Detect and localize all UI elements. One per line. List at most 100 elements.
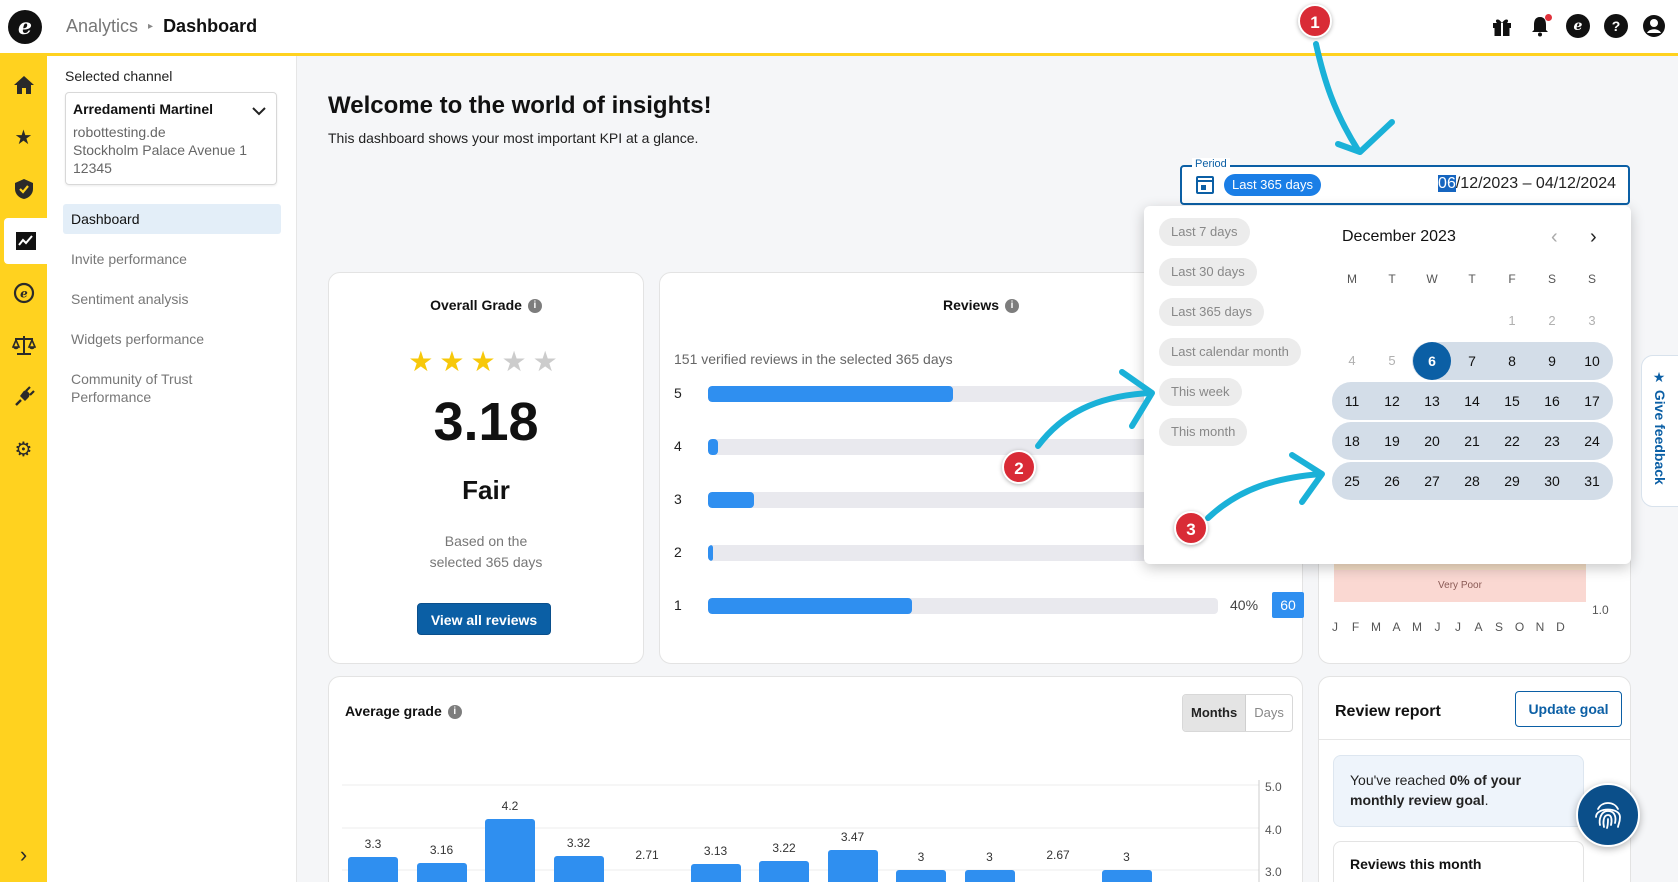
calendar-day[interactable]: 24	[1572, 422, 1612, 460]
calendar-icon	[1196, 176, 1214, 194]
calendar-day[interactable]: 3	[1572, 302, 1612, 340]
rating-count-badge[interactable]: 60	[1272, 592, 1304, 618]
calendar-day[interactable]: 9	[1532, 342, 1572, 380]
period-dates[interactable]: 06/12/2023 – 04/12/2024	[1438, 175, 1616, 193]
average-grade-bar[interactable]	[964, 870, 1015, 882]
calendar-day[interactable]: 25	[1332, 462, 1372, 500]
next-month-icon[interactable]: ›	[1590, 226, 1597, 249]
calendar-day[interactable]: 7	[1452, 342, 1492, 380]
calendar-day[interactable]: 30	[1532, 462, 1572, 500]
calendar-day[interactable]: 15	[1492, 382, 1532, 420]
calendar-day[interactable]: 29	[1492, 462, 1532, 500]
star-filled-icon: ★	[470, 346, 502, 377]
breadcrumb-analytics[interactable]: Analytics	[66, 16, 138, 37]
toggle-days[interactable]: Days	[1246, 695, 1292, 731]
period-toggle: Months Days	[1182, 694, 1293, 732]
calendar-day-selected[interactable]: 6	[1412, 342, 1452, 380]
preset-last-365-days[interactable]: Last 365 days	[1159, 298, 1264, 326]
very-poor-label: Very Poor	[1438, 580, 1482, 591]
average-grade-bar[interactable]	[348, 857, 398, 882]
preset-this-week[interactable]: This week	[1159, 378, 1242, 406]
period-field[interactable]: Period Last 365 days 06/12/2023 – 04/12/…	[1180, 158, 1630, 205]
help-icon[interactable]: ?	[1604, 14, 1628, 38]
average-grade-bar[interactable]	[827, 850, 878, 882]
top-bar: e Analytics ▸ Dashboard e ?	[0, 0, 1678, 56]
preset-last-7-days[interactable]: Last 7 days	[1159, 218, 1250, 246]
gear-icon[interactable]: ⚙	[0, 426, 47, 472]
y-tick-label: 4.0	[1265, 823, 1282, 837]
calendar-day[interactable]: 23	[1532, 422, 1572, 460]
preset-this-month[interactable]: This month	[1159, 418, 1248, 446]
scale-icon[interactable]	[0, 322, 47, 368]
subnav-sentiment-analysis[interactable]: Sentiment analysis	[63, 284, 281, 314]
calendar-day[interactable]: 10	[1572, 342, 1612, 380]
calendar-day-number: 23	[1544, 433, 1560, 449]
calendar-day[interactable]: 31	[1572, 462, 1612, 500]
goal-status: You've reached 0% of your monthly review…	[1333, 755, 1584, 827]
calendar-day[interactable]: 1	[1492, 302, 1532, 340]
grade-based-on: Based on the selected 365 days	[329, 531, 643, 573]
calendar-day[interactable]: 20	[1412, 422, 1452, 460]
average-grade-bar[interactable]	[416, 863, 467, 882]
calendar-day[interactable]: 11	[1332, 382, 1372, 420]
average-grade-bar[interactable]	[690, 864, 741, 882]
calendar-day[interactable]: 18	[1332, 422, 1372, 460]
info-icon[interactable]: i	[447, 705, 462, 720]
info-icon[interactable]: i	[1005, 299, 1020, 314]
star-filled-icon: ★	[408, 346, 440, 377]
calendar-day[interactable]: 14	[1452, 382, 1492, 420]
fingerprint-button[interactable]	[1576, 783, 1640, 847]
calendar-day[interactable]: 28	[1452, 462, 1492, 500]
prev-month-icon[interactable]: ‹	[1551, 226, 1558, 249]
channel-selector[interactable]: Arredamenti Martinel robottesting.de Sto…	[65, 92, 277, 185]
calendar-day[interactable]: 5	[1372, 342, 1412, 380]
subnav-community-of-trust[interactable]: Community of Trust Performance	[63, 364, 213, 412]
info-icon[interactable]: i	[527, 299, 542, 314]
average-grade-bar[interactable]	[896, 870, 946, 882]
preset-last-calendar-month[interactable]: Last calendar month	[1159, 338, 1301, 366]
chart-icon[interactable]	[4, 218, 47, 264]
calendar-day[interactable]: 13	[1412, 382, 1452, 420]
calendar-day[interactable]: 17	[1572, 382, 1612, 420]
trustpilot-icon[interactable]: e	[0, 270, 47, 316]
period-chip[interactable]: Last 365 days	[1224, 174, 1321, 196]
calendar-day[interactable]: 22	[1492, 422, 1532, 460]
view-all-reviews-button[interactable]: View all reviews	[417, 603, 551, 635]
calendar-day[interactable]: 12	[1372, 382, 1412, 420]
update-goal-button[interactable]: Update goal	[1515, 691, 1622, 727]
subnav-widgets-performance[interactable]: Widgets performance	[63, 324, 281, 354]
average-grade-bar[interactable]	[485, 819, 535, 882]
calendar-day[interactable]: 26	[1372, 462, 1412, 500]
calendar-day[interactable]: 19	[1372, 422, 1412, 460]
breadcrumb: Analytics ▸ Dashboard	[66, 16, 257, 37]
subnav-dashboard[interactable]: Dashboard	[63, 204, 281, 234]
calendar-day[interactable]: 27	[1412, 462, 1452, 500]
toggle-months[interactable]: Months	[1183, 695, 1247, 731]
rating-star-label: 1	[674, 597, 682, 613]
calendar-day[interactable]: 8	[1492, 342, 1532, 380]
star-icon[interactable]: ★	[0, 114, 47, 160]
expand-chevron-icon[interactable]: ›	[0, 842, 47, 868]
calendar-day[interactable]: 2	[1532, 302, 1572, 340]
subnav-invite-performance[interactable]: Invite performance	[63, 244, 281, 274]
trustpilot-logo[interactable]: e	[8, 9, 42, 44]
calendar-day[interactable]: 16	[1532, 382, 1572, 420]
calendar-day[interactable]: 4	[1332, 342, 1372, 380]
trustpilot-icon[interactable]: e	[1566, 14, 1590, 38]
shield-icon[interactable]	[0, 166, 47, 212]
average-grade-bar[interactable]	[1101, 870, 1152, 882]
calendar-day-number: 4	[1348, 353, 1356, 368]
selected-channel-label: Selected channel	[65, 68, 173, 84]
give-feedback-tab[interactable]: ★ Give feedback	[1641, 355, 1678, 507]
bell-icon[interactable]	[1528, 14, 1552, 38]
plug-icon[interactable]	[0, 374, 47, 420]
calendar-day[interactable]: 21	[1452, 422, 1492, 460]
average-grade-bar[interactable]	[759, 860, 809, 882]
gift-icon[interactable]	[1490, 14, 1514, 38]
month-tick-label: A	[1392, 620, 1401, 634]
preset-last-30-days[interactable]: Last 30 days	[1159, 258, 1257, 286]
calendar-day-number: 22	[1504, 433, 1520, 449]
home-icon[interactable]	[0, 62, 47, 108]
average-grade-bar[interactable]	[553, 856, 604, 882]
user-icon[interactable]	[1642, 14, 1666, 38]
